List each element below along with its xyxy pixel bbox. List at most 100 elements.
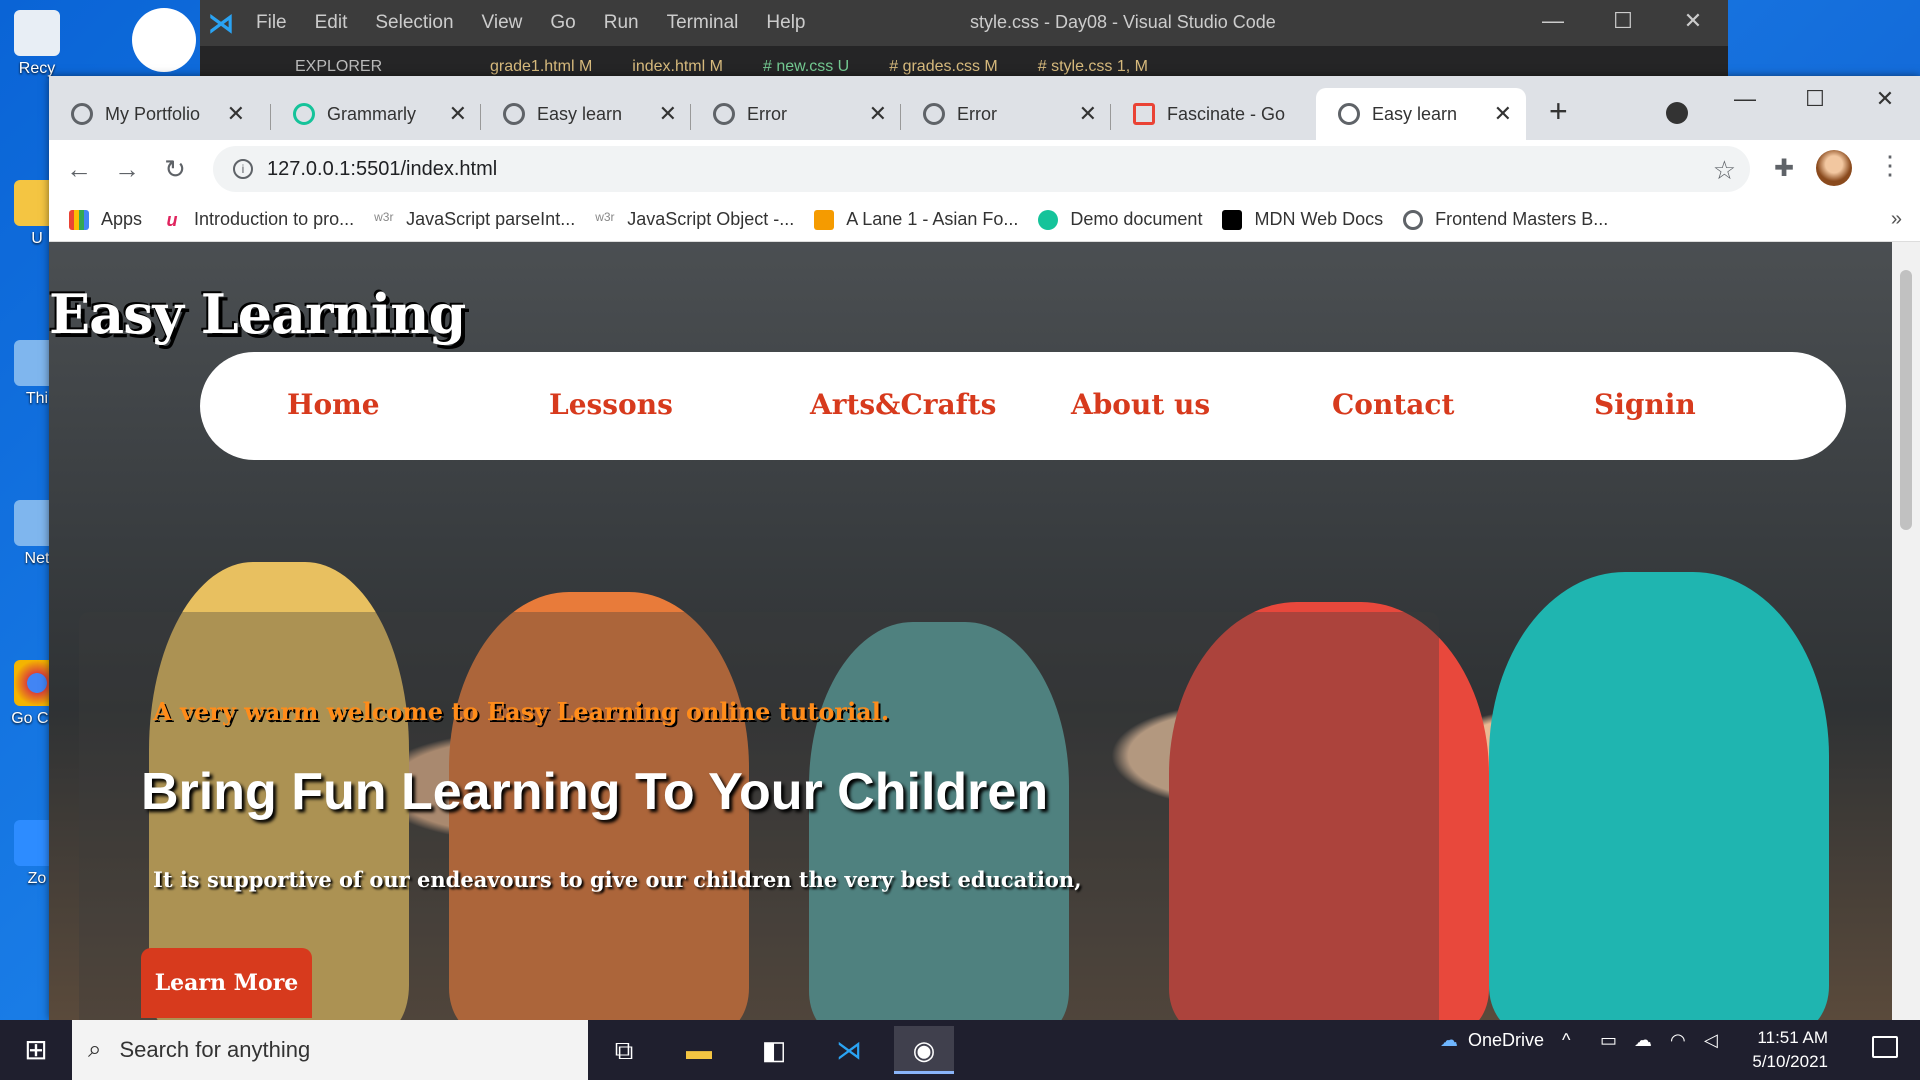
taskbar-clock[interactable]: 11:51 AM 5/10/2021 [1752,1026,1828,1074]
new-tab-plus-icon[interactable]: + [1549,95,1568,127]
battery-icon[interactable]: ▭ [1600,1030,1617,1051]
chrome-tab-strip: My Portfolio ✕ Grammarly ✕ Easy learn ✕ … [49,76,1920,140]
page-viewport: Easy Learning Home Lessons Arts&Crafts A… [49,242,1892,1020]
search-placeholder: Search for anything [119,1037,311,1062]
nav-lessons[interactable]: Lessons [549,388,673,421]
info-icon[interactable]: i [233,159,253,179]
tab-error[interactable]: Error ✕ [691,88,901,140]
globe-icon [713,103,735,125]
bookmark-js-parseint[interactable]: w3r JavaScript parseInt... [374,209,575,230]
w3resource-icon: w3r [595,209,615,224]
vscode-menu-run[interactable]: Run [604,12,639,34]
chrome-window-controls: — ☐ ✕ [1710,76,1920,122]
udemy-icon: u [166,209,178,230]
wifi-icon[interactable]: ◠ [1670,1030,1686,1051]
page-scrollbar[interactable] [1892,242,1920,1020]
learn-more-button[interactable]: Learn More [141,948,312,1018]
bookmark-js-object[interactable]: w3r JavaScript Object -... [595,209,794,230]
vscode-menu-terminal[interactable]: Terminal [667,12,739,34]
vscode-menu-selection[interactable]: Selection [375,12,453,34]
close-icon[interactable]: ✕ [1850,76,1920,122]
tab-close-icon[interactable]: ✕ [227,101,245,127]
chrome-taskbar-icon[interactable]: ◉ [894,1026,954,1074]
file-explorer-icon[interactable]: ▬ [669,1026,729,1074]
tab-error-2[interactable]: Error ✕ [901,88,1111,140]
close-icon[interactable]: ✕ [1658,8,1728,34]
extensions-puzzle-icon[interactable]: ✚ [1774,154,1794,183]
microsoft-store-icon[interactable]: ◧ [744,1026,804,1074]
tab-my-portfolio[interactable]: My Portfolio ✕ [49,88,259,140]
site-navbar: Home Lessons Arts&Crafts About us Contac… [200,352,1846,460]
profile-avatar[interactable] [1816,150,1852,186]
bookmarks-overflow-icon[interactable]: » [1891,208,1902,231]
vscode-menu-help[interactable]: Help [766,12,805,34]
back-arrow-icon[interactable]: ← [55,154,103,185]
tab-close-icon[interactable]: ✕ [869,101,887,127]
address-bar[interactable]: i 127.0.0.1:5501/index.html ☆ [213,146,1750,192]
bookmark-mdn[interactable]: MDN Web Docs [1222,209,1383,230]
bookmark-introduction[interactable]: u Introduction to pro... [162,209,355,230]
tab-close-icon[interactable]: ✕ [659,101,677,127]
tray-overflow-chevron-icon[interactable]: ^ [1562,1030,1570,1051]
restaurant-icon [814,209,835,230]
tab-easy-learn-active[interactable]: Easy learn ✕ [1316,88,1526,140]
vscode-menu-file[interactable]: File [256,12,287,34]
slack-icon[interactable] [132,8,196,72]
maximize-icon[interactable]: ☐ [1780,76,1850,122]
scrollbar-thumb[interactable] [1900,270,1912,530]
cloud-icon[interactable]: ☁ [1634,1030,1652,1051]
vscode-taskbar-icon[interactable]: ⋊ [819,1026,879,1074]
reload-icon[interactable]: ↻ [151,154,199,185]
vscode-menu-edit[interactable]: Edit [315,12,348,34]
vscode-explorer-label[interactable]: EXPLORER [200,46,470,78]
bookmarks-bar: Apps u Introduction to pro... w3r JavaSc… [49,198,1920,242]
volume-icon[interactable]: ◁ [1704,1030,1718,1051]
onedrive-label[interactable]: OneDrive [1468,1030,1544,1051]
tab-close-icon[interactable]: ✕ [1079,101,1097,127]
nav-home[interactable]: Home [287,388,380,421]
vscode-menu-go[interactable]: Go [550,12,575,34]
bookmark-frontend-masters[interactable]: Frontend Masters B... [1403,209,1608,230]
tab-grammarly[interactable]: Grammarly ✕ [271,88,481,140]
grammarly-icon [1038,209,1059,230]
onedrive-cloud-icon[interactable]: ☁ [1440,1030,1458,1051]
taskbar-search-box[interactable]: ⌕ Search for anything [72,1020,588,1080]
vscode-tabs: EXPLORER grade1.html M index.html M # ne… [200,46,1728,78]
bookmark-apps[interactable]: Apps [69,209,142,230]
forward-arrow-icon[interactable]: → [103,154,151,185]
vscode-tab[interactable]: # grades.css M [869,46,1017,78]
vscode-tab[interactable]: index.html M [612,46,743,78]
vscode-menu-view[interactable]: View [482,12,523,34]
vscode-titlebar: ⋊ File Edit Selection View Go Run Termin… [200,0,1728,46]
grammarly-icon [293,103,315,125]
notification-icon[interactable] [1872,1036,1898,1058]
welcome-text: A very warm welcome to Easy Learning onl… [153,697,890,726]
nav-contact[interactable]: Contact [1332,388,1454,421]
recycle-bin-icon[interactable]: Recy [8,10,66,78]
vscode-window-title: style.css - Day08 - Visual Studio Code [970,12,1276,32]
task-view-icon[interactable]: ⧉ [594,1026,654,1074]
google-fonts-icon [1133,103,1155,125]
globe-icon [1403,209,1424,230]
bookmark-demo-document[interactable]: Demo document [1038,209,1202,230]
nav-arts-crafts[interactable]: Arts&Crafts [810,388,996,421]
tab-close-icon[interactable]: ✕ [1494,101,1512,127]
vscode-tab[interactable]: grade1.html M [470,46,612,78]
clock-date: 5/10/2021 [1752,1052,1828,1071]
nav-about-us[interactable]: About us [1071,388,1210,421]
minimize-icon[interactable]: — [1518,8,1588,34]
nav-signin[interactable]: Signin [1594,388,1696,421]
bookmark-a-lane[interactable]: A Lane 1 - Asian Fo... [814,209,1018,230]
maximize-icon[interactable]: ☐ [1588,8,1658,34]
minimize-icon[interactable]: — [1710,76,1780,122]
tab-search-icon[interactable] [1666,102,1688,124]
vscode-tab[interactable]: # new.css U [743,46,869,78]
tab-close-icon[interactable]: ✕ [449,101,467,127]
url-text[interactable]: 127.0.0.1:5501/index.html [267,158,497,181]
tab-easy-learn[interactable]: Easy learn ✕ [481,88,691,140]
vscode-tab[interactable]: # style.css 1, M [1018,46,1168,78]
chrome-menu-icon[interactable]: ⋮ [1877,150,1903,181]
site-logo[interactable]: Easy Learning [49,282,466,346]
windows-start-icon[interactable]: ⊞ [0,1020,72,1080]
bookmark-star-icon[interactable]: ☆ [1713,155,1736,186]
